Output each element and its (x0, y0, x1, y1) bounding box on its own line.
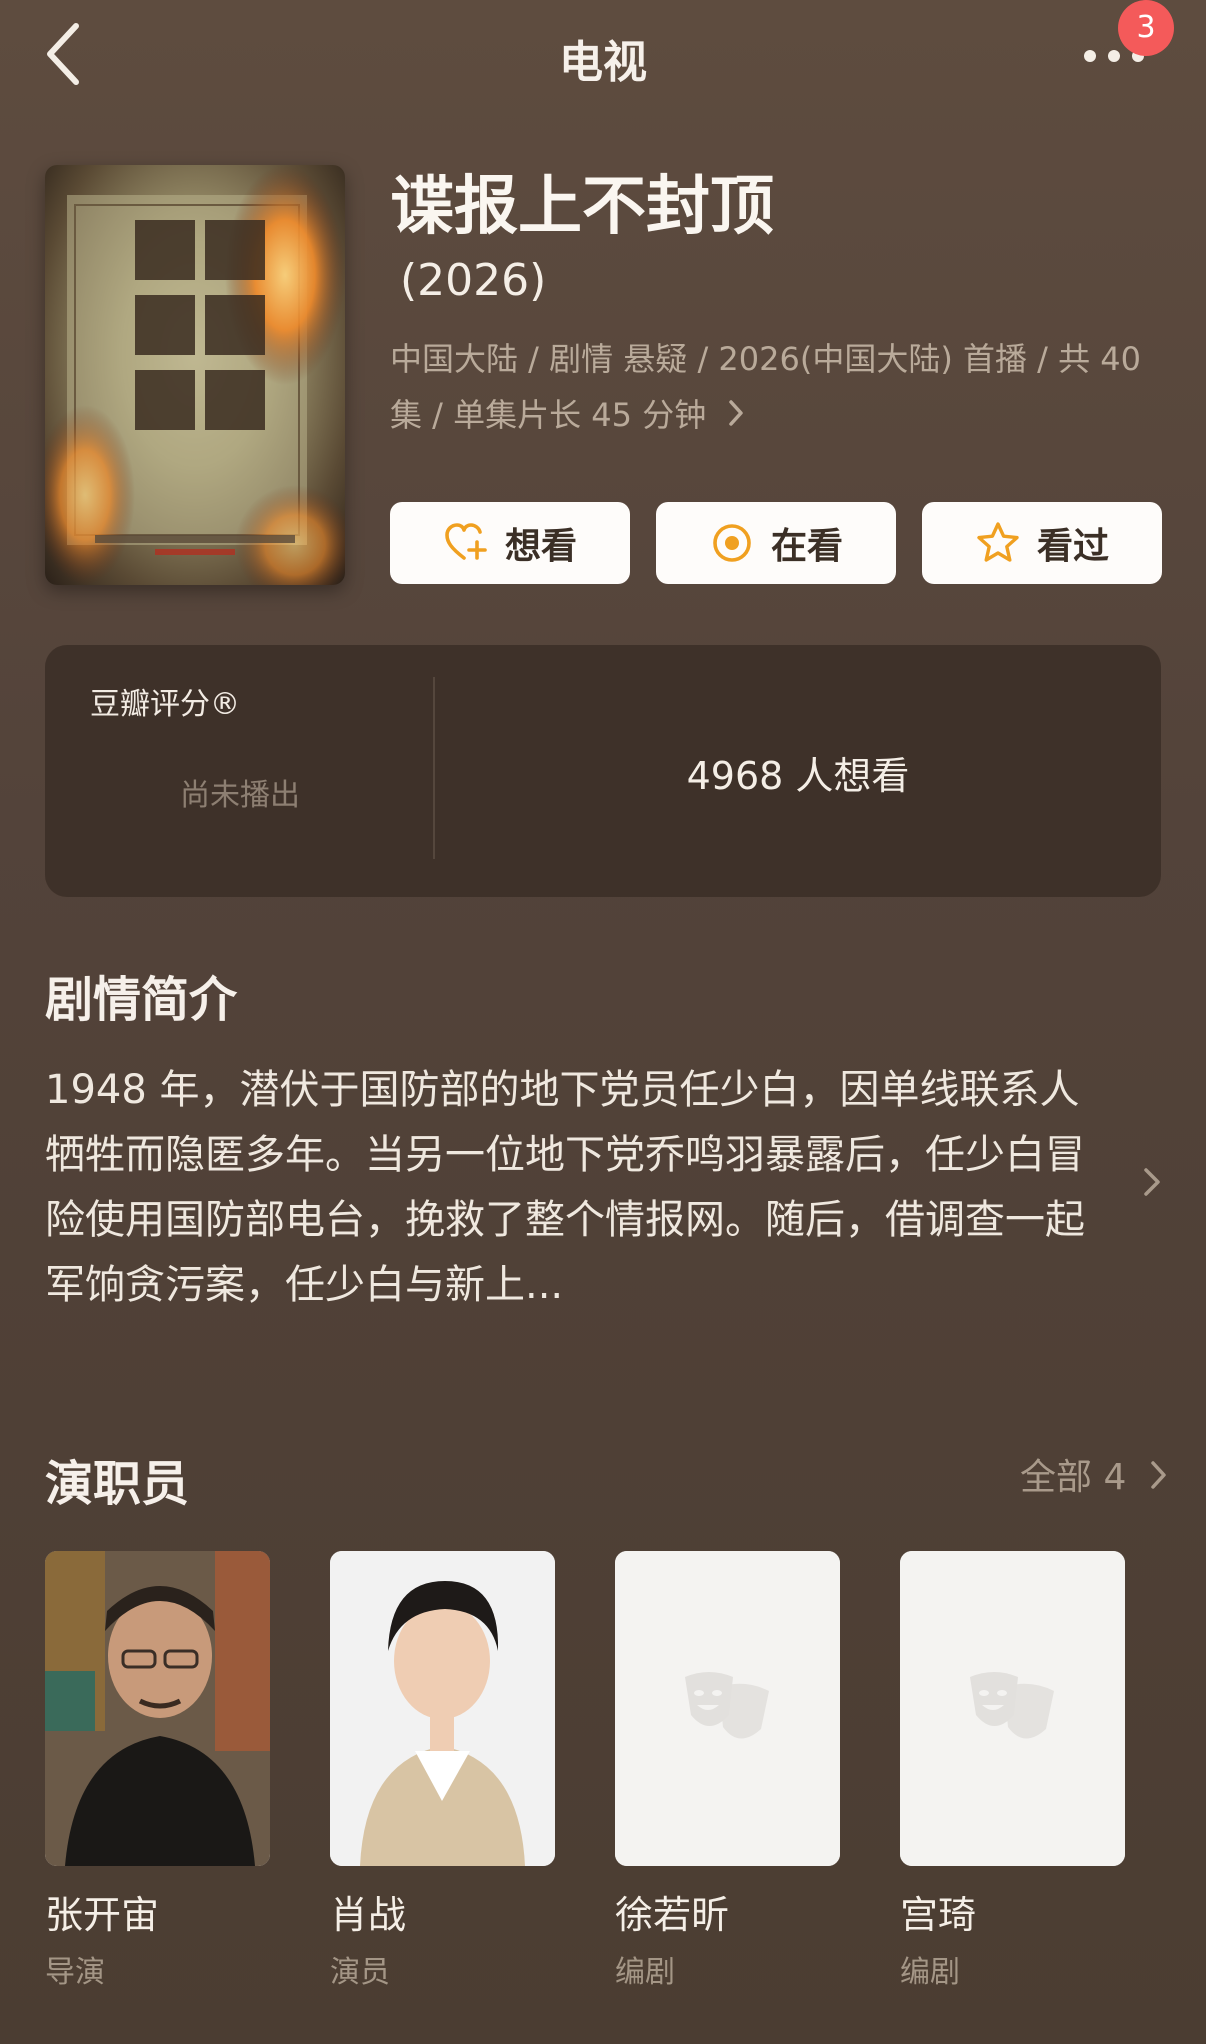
cast-photo (45, 1551, 270, 1866)
theater-masks-icon (615, 1551, 840, 1866)
show-title: 谍报上不封顶 (390, 170, 774, 244)
cast-role: 编剧 (900, 1955, 960, 1990)
cast-name: 徐若昕 (615, 1893, 730, 1937)
cast-name: 肖战 (330, 1893, 407, 1937)
want-to-watch-label: 想看 (504, 526, 577, 567)
cast-name: 宫琦 (900, 1893, 977, 1937)
rating-card[interactable]: 豆瓣评分® 尚未播出 4968 人想看 (45, 645, 1161, 897)
star-icon (975, 520, 1021, 566)
cast-name: 张开宙 (45, 1893, 160, 1937)
cast-role: 演员 (330, 1955, 390, 1990)
page-title: 电视 (559, 37, 647, 88)
want-to-watch-button[interactable]: 想看 (390, 502, 630, 584)
cast-role: 编剧 (615, 1955, 675, 1990)
cast-card[interactable]: 宫琦 编剧 (900, 1551, 1125, 1991)
heart-plus-icon (443, 520, 489, 566)
person-photo-icon (330, 1551, 555, 1866)
theater-masks-icon (900, 1551, 1125, 1866)
watched-button[interactable]: 看过 (922, 502, 1162, 584)
top-bar: 电视 3 (0, 0, 1206, 110)
synopsis-title: 剧情简介 (45, 972, 238, 1028)
rating-label: 豆瓣评分® (90, 687, 240, 722)
cast-card[interactable]: 张开宙 导演 (45, 1551, 270, 1991)
cast-card[interactable]: 肖战 演员 (330, 1551, 555, 1991)
cast-photo (330, 1551, 555, 1866)
synopsis-text[interactable]: 1948 年，潜伏于国防部的地下党员任少白，因单线联系人牺牲而隐匿多年。当另一位… (45, 1058, 1105, 1318)
watching-button[interactable]: 在看 (656, 502, 896, 584)
meta-line-1: 中国大陆 / 剧情 悬疑 / 2026(中国大陆) 首播 / 共 40 (390, 340, 1142, 378)
synopsis-chevron-icon[interactable] (1140, 1162, 1164, 1202)
rating-status: 尚未播出 (180, 778, 300, 813)
cast-card[interactable]: 徐若昕 编剧 (615, 1551, 840, 1991)
cast-title: 演职员 (45, 1456, 190, 1512)
person-photo-icon (45, 1551, 270, 1866)
chevron-right-icon (726, 389, 746, 445)
chevron-right-icon[interactable] (1148, 1457, 1170, 1493)
notification-badge: 3 (1118, 0, 1174, 56)
watched-label: 看过 (1036, 526, 1109, 567)
poster-image[interactable] (45, 165, 345, 585)
action-buttons: 想看 在看 看过 (390, 502, 1162, 584)
show-year: (2026) (400, 255, 547, 306)
show-meta[interactable]: 中国大陆 / 剧情 悬疑 / 2026(中国大陆) 首播 / 共 40 集 / … (390, 331, 1150, 445)
poster-art (45, 165, 345, 585)
cast-all-link[interactable]: 全部 4 (1020, 1448, 1126, 1500)
show-info: 谍报上不封顶 (2026) 中国大陆 / 剧情 悬疑 / 2026(中国大陆) … (390, 165, 1170, 445)
watching-label: 在看 (770, 526, 843, 567)
cast-photo (615, 1551, 840, 1866)
target-icon (709, 520, 755, 566)
cast-photo (900, 1551, 1125, 1866)
meta-line-2: 集 / 单集片长 45 分钟 (390, 396, 707, 434)
cast-role: 导演 (45, 1955, 105, 1990)
want-count: 4968 人想看 (686, 754, 910, 798)
